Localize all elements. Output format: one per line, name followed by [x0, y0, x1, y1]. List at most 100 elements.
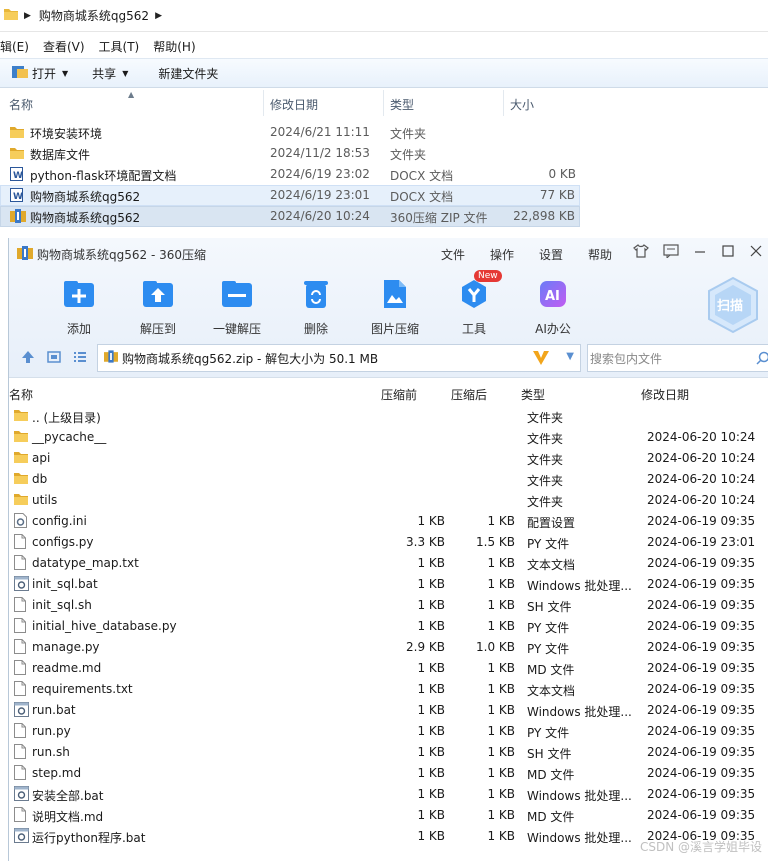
- scan-button[interactable]: 扫描: [707, 276, 759, 334]
- table-row[interactable]: init_sql.bat 1 KB 1 KB Windows 批处理... 2024-0…: [9, 574, 768, 595]
- tools-button[interactable]: New 工具: [434, 270, 514, 337]
- file-name: step.md: [32, 766, 82, 780]
- feedback-icon[interactable]: [663, 244, 679, 261]
- file-name: 购物商城系统qg562: [30, 211, 141, 225]
- table-row[interactable]: readme.md 1 KB 1 KB MD 文件 2024-06-19 09:35: [9, 658, 768, 679]
- file-type: 文件夹: [527, 411, 564, 425]
- size-before: 1 KB: [417, 619, 445, 633]
- chevron-down-icon[interactable]: ▼: [566, 351, 574, 362]
- vip-icon[interactable]: [532, 350, 550, 369]
- file-type: Windows 批处理...: [527, 789, 632, 803]
- column-before[interactable]: 压缩前: [381, 386, 417, 403]
- table-row[interactable]: .. (上级目录) 文件夹: [9, 406, 768, 427]
- menu-operate[interactable]: 操作: [490, 246, 514, 263]
- menu-view[interactable]: 查看(V): [43, 38, 85, 55]
- column-after[interactable]: 压缩后: [451, 386, 487, 403]
- chevron-right-icon[interactable]: ▶: [155, 11, 162, 21]
- chevron-right-icon[interactable]: ▶: [24, 11, 31, 21]
- column-type[interactable]: 类型: [521, 386, 545, 403]
- column-size[interactable]: 大小: [510, 96, 534, 113]
- size-after: 1 KB: [487, 514, 515, 528]
- menu-tools[interactable]: 工具(T): [99, 38, 140, 55]
- up-arrow-icon[interactable]: [21, 350, 35, 367]
- size-after: 1 KB: [487, 808, 515, 822]
- table-row[interactable]: config.ini 1 KB 1 KB 配置设置 2024-06-19 09:35: [9, 511, 768, 532]
- column-divider[interactable]: [383, 90, 384, 116]
- explorer-toolbar: 打开 ▼ 共享 ▼ 新建文件夹: [0, 58, 768, 88]
- table-row[interactable]: initial_hive_database.py 1 KB 1 KB PY 文件 202…: [9, 616, 768, 637]
- thumbnail-view-icon[interactable]: [47, 350, 61, 367]
- file-date: 2024-06-20 10:24: [647, 493, 756, 507]
- file-name: config.ini: [32, 514, 87, 528]
- list-item[interactable]: 数据库文件 2024/11/2 18:53 文件夹: [0, 143, 580, 164]
- table-row[interactable]: configs.py 3.3 KB 1.5 KB PY 文件 2024-06-19 23…: [9, 532, 768, 553]
- file-name: db: [32, 472, 48, 486]
- column-date[interactable]: 修改日期: [641, 386, 689, 403]
- new-folder-button[interactable]: 新建文件夹: [158, 65, 218, 82]
- image-compress-label: 图片压缩: [370, 322, 419, 336]
- ai-office-button[interactable]: AI AI办公: [513, 276, 593, 337]
- image-compress-button[interactable]: 图片压缩: [355, 276, 435, 337]
- explorer-address-bar[interactable]: ▶ 购物商城系统qg562 ▶: [0, 0, 768, 32]
- file-date: 2024-06-20 10:24: [647, 472, 756, 486]
- menu-edit[interactable]: 编辑(E): [0, 38, 29, 55]
- size-before: 1 KB: [417, 703, 445, 717]
- table-row[interactable]: run.py 1 KB 1 KB PY 文件 2024-06-19 09:35: [9, 721, 768, 742]
- ai-office-label: AI办公: [535, 322, 571, 336]
- column-name[interactable]: 名称: [9, 386, 33, 403]
- table-row[interactable]: __pycache__ 文件夹 2024-06-20 10:24: [9, 427, 768, 448]
- extract-to-button[interactable]: 解压到: [118, 276, 198, 337]
- table-row[interactable]: requirements.txt 1 KB 1 KB 文本文档 2024-06-19 0…: [9, 679, 768, 700]
- window-controls: [633, 244, 768, 261]
- new-badge: New: [474, 270, 502, 282]
- table-row[interactable]: run.sh 1 KB 1 KB SH 文件 2024-06-19 09:35: [9, 742, 768, 763]
- table-row[interactable]: step.md 1 KB 1 KB MD 文件 2024-06-19 09:35: [9, 763, 768, 784]
- new-folder-label: 新建文件夹: [158, 66, 219, 81]
- delete-button[interactable]: 删除: [276, 276, 356, 337]
- text-file-icon: [14, 723, 26, 741]
- menu-help[interactable]: 帮助(H): [153, 38, 195, 55]
- column-date[interactable]: 修改日期: [270, 96, 318, 113]
- size-after: 1 KB: [487, 745, 515, 759]
- add-button[interactable]: 添加: [39, 276, 119, 337]
- table-row[interactable]: manage.py 2.9 KB 1.0 KB PY 文件 2024-06-19 09:…: [9, 637, 768, 658]
- table-row[interactable]: db 文件夹 2024-06-20 10:24: [9, 469, 768, 490]
- menu-file[interactable]: 文件: [441, 246, 465, 263]
- column-divider[interactable]: [263, 90, 264, 116]
- table-row[interactable]: 说明文档.md 1 KB 1 KB MD 文件 2024-06-19 09:35: [9, 805, 768, 826]
- list-item[interactable]: 购物商城系统qg562 2024/6/20 10:24 360压缩 ZIP 文件…: [0, 206, 580, 227]
- file-type: MD 文件: [527, 663, 575, 677]
- table-row[interactable]: api 文件夹 2024-06-20 10:24: [9, 448, 768, 469]
- column-name[interactable]: 名称: [9, 96, 33, 113]
- breadcrumb[interactable]: 购物商城系统qg562: [39, 7, 149, 24]
- table-row[interactable]: datatype_map.txt 1 KB 1 KB 文本文档 2024-06-19 0…: [9, 553, 768, 574]
- zip-archive-icon: [17, 246, 33, 263]
- maximize-icon[interactable]: [721, 244, 735, 261]
- close-icon[interactable]: [749, 244, 763, 261]
- menu-settings[interactable]: 设置: [539, 246, 563, 263]
- minimize-icon[interactable]: [693, 244, 707, 261]
- column-divider[interactable]: [503, 90, 504, 116]
- archive-search-field[interactable]: 搜索包内文件: [587, 344, 768, 372]
- open-button[interactable]: 打开 ▼: [12, 65, 68, 82]
- list-item[interactable]: 环境安装环境 2024/6/21 11:11 文件夹: [0, 122, 580, 143]
- list-item[interactable]: W python-flask环境配置文档 2024/6/19 23:02 DOC…: [0, 164, 580, 185]
- table-row[interactable]: utils 文件夹 2024-06-20 10:24: [9, 490, 768, 511]
- menu-help[interactable]: 帮助: [588, 246, 612, 263]
- open-icon: [12, 65, 28, 82]
- file-name: .. (上级目录): [32, 411, 101, 425]
- table-row[interactable]: 安装全部.bat 1 KB 1 KB Windows 批处理... 2024-06-19…: [9, 784, 768, 805]
- table-row[interactable]: run.bat 1 KB 1 KB Windows 批处理... 2024-06-19 …: [9, 700, 768, 721]
- share-button[interactable]: 共享 ▼: [92, 65, 128, 82]
- column-type[interactable]: 类型: [390, 96, 414, 113]
- file-name: 运行python程序.bat: [32, 831, 146, 845]
- list-view-icon[interactable]: [73, 350, 87, 367]
- one-click-extract-button[interactable]: 一键解压: [197, 276, 277, 337]
- list-item[interactable]: W 购物商城系统qg562 2024/6/19 23:01 DOCX 文档 77…: [0, 185, 580, 206]
- skin-icon[interactable]: [633, 244, 649, 261]
- archive-path-field[interactable]: 购物商城系统qg562.zip - 解包大小为 50.1 MB ▼: [97, 344, 581, 372]
- search-icon[interactable]: [756, 351, 768, 368]
- table-row[interactable]: init_sql.sh 1 KB 1 KB SH 文件 2024-06-19 09:35: [9, 595, 768, 616]
- file-date: 2024-06-19 09:35: [647, 661, 756, 675]
- file-date: 2024-06-19 09:35: [647, 745, 756, 759]
